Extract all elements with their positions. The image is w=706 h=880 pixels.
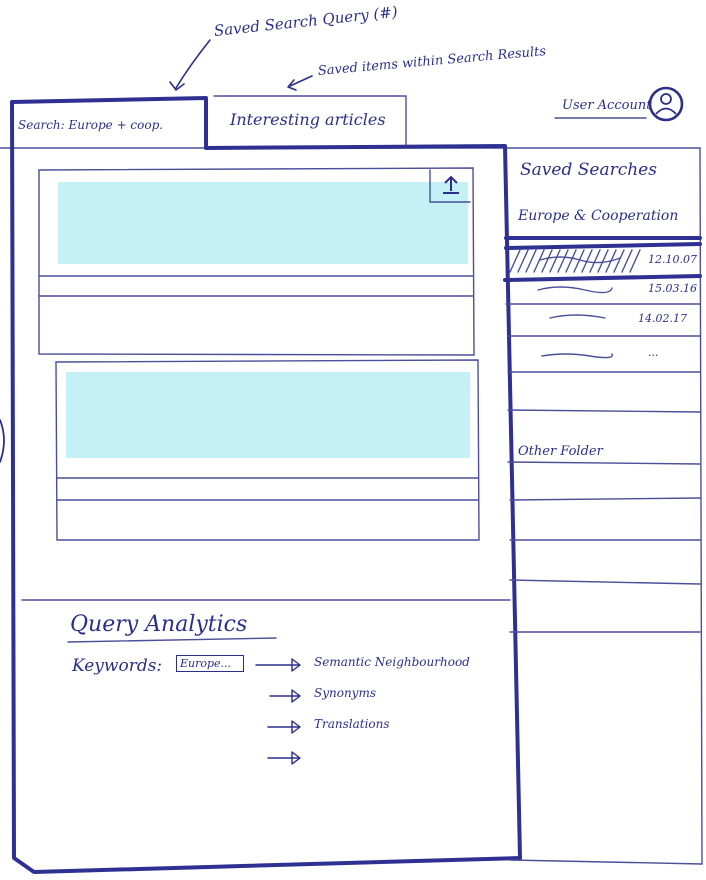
search-result-card-2[interactable] — [58, 362, 476, 476]
search-result-card-1[interactable] — [40, 170, 428, 274]
saved-entry-1[interactable]: 12.10.07 — [508, 249, 700, 273]
saved-search-europe-cooperation[interactable]: Europe & Cooperation — [518, 208, 678, 224]
saved-entry-4[interactable]: ... — [508, 340, 700, 368]
user-avatar-icon[interactable] — [648, 86, 684, 122]
other-folder[interactable]: Other Folder — [518, 444, 603, 459]
semantic-neighbourhood-link[interactable]: Semantic Neighbourhood — [314, 655, 470, 669]
query-analytics-title: Query Analytics — [70, 612, 248, 637]
keyword-chip[interactable]: Europe... — [176, 655, 245, 672]
user-account-link[interactable]: User Account — [562, 98, 651, 113]
upload-icon[interactable] — [437, 173, 465, 199]
saved-entry-2[interactable]: 15.03.16 — [508, 278, 700, 302]
tab-search-europe[interactable]: Search: Europe + coop. — [18, 118, 163, 132]
entry-date: 12.10.07 — [648, 253, 697, 266]
saved-searches-title: Saved Searches — [520, 160, 657, 180]
tab-interesting-articles[interactable]: Interesting articles — [230, 110, 386, 129]
translations-link[interactable]: Translations — [314, 717, 390, 731]
saved-entry-3[interactable]: 14.02.17 — [508, 306, 700, 332]
entry-date: 15.03.16 — [648, 282, 697, 295]
synonyms-link[interactable]: Synonyms — [314, 686, 376, 700]
entry-date: 14.02.17 — [638, 312, 687, 325]
annotation-arrow-query — [175, 39, 211, 89]
keywords-label: Keywords: — [72, 656, 163, 676]
entry-date: ... — [648, 346, 659, 359]
